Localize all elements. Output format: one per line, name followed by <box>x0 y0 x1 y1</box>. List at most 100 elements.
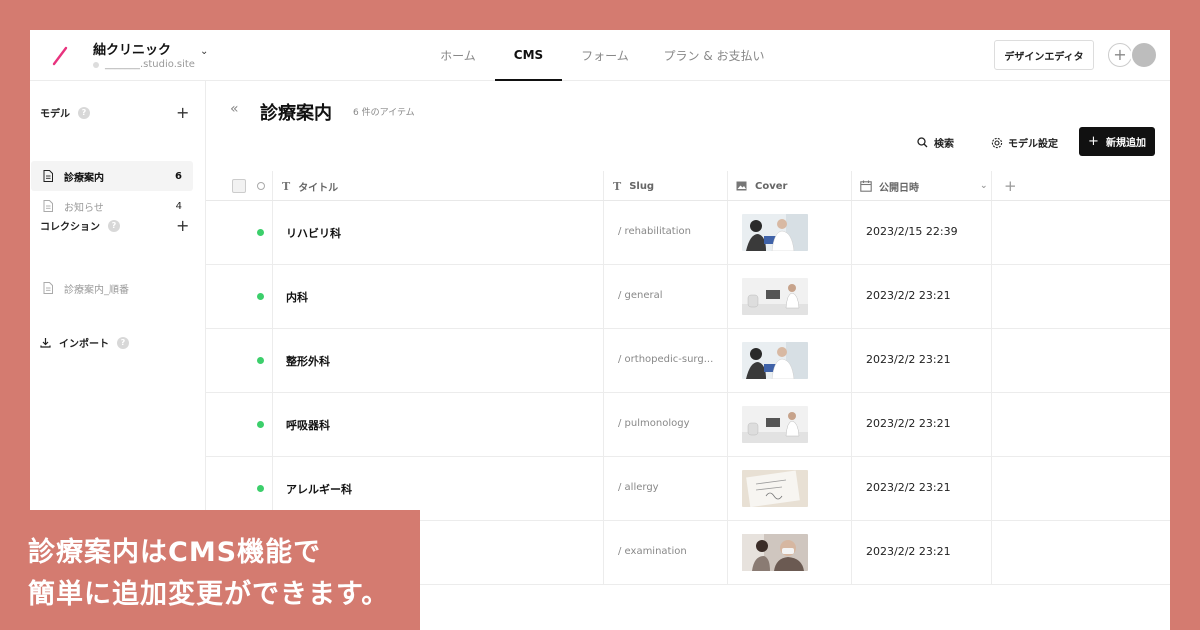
cell-title: 呼吸器科 <box>286 419 330 432</box>
sidebar-item-label: 診療案内 <box>64 172 104 184</box>
help-icon[interactable]: ? <box>78 106 90 119</box>
published-status-icon <box>257 421 264 428</box>
collapse-sidebar-icon[interactable]: « <box>230 101 239 117</box>
sidebar-item-label: 診療案内_順番 <box>64 284 129 296</box>
model-settings-label: モデル設定 <box>1008 139 1058 150</box>
cell-title: 内科 <box>286 291 308 304</box>
cell-published-date: 2023/2/15 22:39 <box>866 225 958 238</box>
tab-plan-billing[interactable]: プラン & お支払い <box>656 30 772 81</box>
download-icon <box>40 338 51 348</box>
column-header-published[interactable]: 公開日時 ⌄ <box>860 171 988 201</box>
caption-line-1: 診療案内はCMS機能で <box>28 537 322 568</box>
cell-published-date: 2023/2/2 23:21 <box>866 481 951 494</box>
document-icon <box>43 200 53 212</box>
tab-home[interactable]: ホーム <box>426 30 490 81</box>
published-status-icon <box>257 229 264 236</box>
sidebar-item-model-1[interactable]: お知らせ 4 <box>31 191 193 221</box>
table-row[interactable]: リハビリ科 / rehabilitation 2023/2/15 22:39 <box>206 201 1170 265</box>
sidebar-item-count: 6 <box>175 170 182 182</box>
add-new-button[interactable]: + 新規追加 <box>1079 127 1155 156</box>
cell-slug: / general <box>618 290 663 301</box>
search-label: 検索 <box>934 139 954 150</box>
cell-slug: / examination <box>618 546 687 557</box>
image-type-icon <box>736 181 747 191</box>
tab-form[interactable]: フォーム <box>570 30 640 81</box>
tab-cms[interactable]: CMS <box>495 30 562 81</box>
published-status-icon <box>257 485 264 492</box>
sort-chevron-icon[interactable]: ⌄ <box>980 181 988 191</box>
column-header-label: Slug <box>629 180 655 192</box>
text-type-icon: T <box>282 179 291 193</box>
cell-slug: / allergy <box>618 482 659 493</box>
cell-slug: / orthopedic-surg... <box>618 354 714 365</box>
caption-banner: 診療案内はCMS機能で 簡単に追加変更ができます。 <box>0 510 420 630</box>
cover-thumbnail[interactable] <box>742 534 808 571</box>
site-url-text: _______.studio.site <box>105 59 195 70</box>
column-header-label: タイトル <box>298 182 339 194</box>
item-count: 6 件のアイテム <box>353 108 415 118</box>
column-header-slug[interactable]: T Slug <box>613 171 654 201</box>
status-header-icon[interactable] <box>257 182 265 190</box>
column-header-label: Cover <box>755 180 788 192</box>
select-all-checkbox[interactable] <box>232 179 246 193</box>
table-row[interactable]: 内科 / general 2023/2/2 23:21 <box>206 265 1170 329</box>
sidebar-item-collection-0[interactable]: 診療案内_順番 <box>31 273 193 303</box>
cover-thumbnail[interactable] <box>742 278 808 315</box>
studio-logo-icon[interactable] <box>52 46 68 66</box>
page-title: 診療案内 <box>260 103 332 124</box>
add-column-icon[interactable]: + <box>1004 171 1017 201</box>
cell-slug: / pulmonology <box>618 418 690 429</box>
cell-title: リハビリ科 <box>286 227 341 240</box>
top-bar: 紬クリニック _______.studio.site ⌄ ホーム CMS フォー… <box>30 30 1170 81</box>
column-header-title[interactable]: T タイトル <box>282 171 338 201</box>
plus-icon: + <box>1088 134 1099 149</box>
avatar[interactable] <box>1130 41 1158 69</box>
document-icon <box>43 282 53 294</box>
design-editor-button[interactable]: デザインエディタ <box>994 40 1094 70</box>
help-icon[interactable]: ? <box>117 336 129 349</box>
sidebar-item-count: 4 <box>175 200 182 212</box>
add-member-icon[interactable]: + <box>1108 43 1132 67</box>
site-name[interactable]: 紬クリニック <box>93 39 171 58</box>
import-label: インポート <box>59 339 109 350</box>
help-icon[interactable]: ? <box>108 219 120 232</box>
add-new-label: 新規追加 <box>1105 138 1146 149</box>
search-button[interactable]: 検索 <box>917 135 954 150</box>
table-header: T タイトル T Slug Cover 公開日時 ⌄ + <box>206 171 1170 201</box>
published-status-icon <box>257 357 264 364</box>
cell-published-date: 2023/2/2 23:21 <box>866 289 951 302</box>
add-model-icon[interactable]: + <box>176 105 189 121</box>
cell-published-date: 2023/2/2 23:21 <box>866 353 951 366</box>
collections-section-title: コレクション ? <box>40 218 120 233</box>
cell-published-date: 2023/2/2 23:21 <box>866 545 951 558</box>
search-icon <box>917 137 928 148</box>
text-type-icon: T <box>613 179 622 193</box>
cell-title: アレルギー科 <box>286 483 352 496</box>
table-row[interactable]: 整形外科 / orthopedic-surg... 2023/2/2 23:21 <box>206 329 1170 393</box>
site-status-icon <box>93 61 99 68</box>
cell-title: 整形外科 <box>286 355 330 368</box>
site-url[interactable]: _______.studio.site <box>93 59 195 70</box>
caption-line-2: 簡単に追加変更ができます。 <box>28 579 390 610</box>
model-settings-button[interactable]: モデル設定 <box>991 135 1058 150</box>
document-icon <box>43 170 53 182</box>
cover-thumbnail[interactable] <box>742 214 808 251</box>
add-collection-icon[interactable]: + <box>176 218 189 234</box>
sidebar-item-model-0[interactable]: 診療案内 6 <box>31 161 193 191</box>
sidebar-item-label: お知らせ <box>64 202 104 214</box>
column-header-cover[interactable]: Cover <box>736 171 787 201</box>
column-header-label: 公開日時 <box>879 182 919 194</box>
cover-thumbnail[interactable] <box>742 470 808 507</box>
cover-thumbnail[interactable] <box>742 406 808 443</box>
import-item[interactable]: インポート ? <box>40 335 129 350</box>
table-row[interactable]: 呼吸器科 / pulmonology 2023/2/2 23:21 <box>206 393 1170 457</box>
published-status-icon <box>257 293 264 300</box>
collections-label: コレクション <box>40 222 100 233</box>
chevron-down-icon[interactable]: ⌄ <box>200 46 208 57</box>
cover-thumbnail[interactable] <box>742 342 808 379</box>
cell-published-date: 2023/2/2 23:21 <box>866 417 951 430</box>
cell-slug: / rehabilitation <box>618 226 691 237</box>
models-section-title: モデル ? <box>40 105 90 120</box>
models-label: モデル <box>40 109 70 120</box>
calendar-icon <box>860 180 872 192</box>
